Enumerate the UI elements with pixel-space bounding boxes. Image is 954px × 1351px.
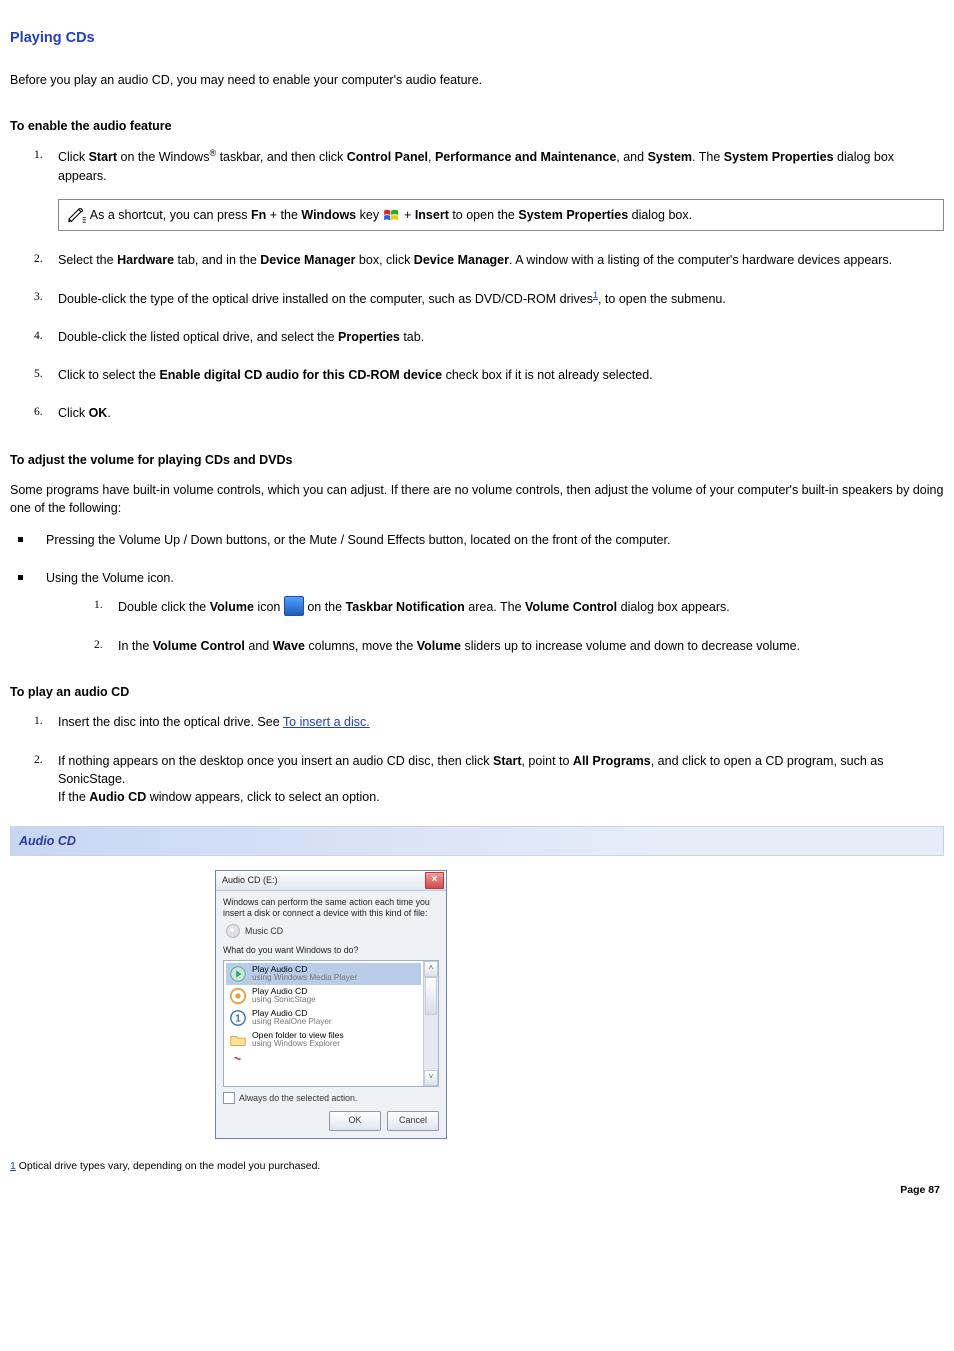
- enable-audio-steps: 1. Click Start on the Windows® taskbar, …: [10, 147, 944, 422]
- audio-cd-dialog: Audio CD (E:) × Windows can perform the …: [215, 870, 447, 1139]
- page-number: Page 87: [900, 1183, 940, 1198]
- list-item-subtitle: using Windows Media Player: [252, 974, 357, 983]
- list-item[interactable]: Play Audio CD using Windows Media Player: [226, 963, 421, 985]
- note-pen-icon: [67, 207, 87, 223]
- step-number: 2.: [34, 251, 43, 268]
- volume-icon-step-2: 2. In the Volume Control and Wave column…: [46, 637, 944, 655]
- windows-key-icon: [383, 208, 401, 222]
- close-button[interactable]: ×: [425, 872, 444, 889]
- tip-text: As a shortcut, you can press Fn + the Wi…: [90, 208, 692, 222]
- music-cd-icon: [226, 924, 240, 938]
- always-do-label: Always do the selected action.: [239, 1092, 357, 1105]
- enable-step-1: 1. Click Start on the Windows® taskbar, …: [10, 147, 944, 231]
- step-number: 6.: [34, 404, 43, 421]
- list-item[interactable]: 1 Play Audio CD using RealOne Player: [226, 1007, 421, 1029]
- volume-icon-step-1: 1. Double click the Volume icon on the T…: [46, 597, 944, 617]
- scroll-up-button[interactable]: ˄: [424, 961, 438, 977]
- dialog-figure: Audio CD (E:) × Windows can perform the …: [10, 870, 954, 1139]
- ok-button[interactable]: OK: [329, 1111, 381, 1131]
- dialog-titlebar: Audio CD (E:) ×: [216, 871, 446, 891]
- step-text: Double click the Volume icon on the Task…: [118, 600, 730, 614]
- volume-options: Pressing the Volume Up / Down buttons, o…: [10, 531, 944, 655]
- dialog-description: Windows can perform the same action each…: [223, 897, 439, 918]
- volume-option-buttons: Pressing the Volume Up / Down buttons, o…: [10, 531, 944, 549]
- realone-icon: 1: [229, 1009, 247, 1027]
- step-number: 5.: [34, 366, 43, 383]
- figure-caption: Audio CD: [10, 826, 944, 856]
- page-title: Playing CDs: [10, 28, 944, 49]
- volume-intro: Some programs have built-in volume contr…: [10, 481, 944, 517]
- always-do-checkbox[interactable]: [223, 1092, 235, 1104]
- scroll-thumb[interactable]: [425, 977, 437, 1015]
- scroll-track[interactable]: [424, 977, 438, 1070]
- list-item[interactable]: Play Audio CD using SonicStage: [226, 985, 421, 1007]
- media-kind-row: Music CD: [226, 924, 439, 938]
- play-step-1: 1. Insert the disc into the optical driv…: [10, 713, 944, 731]
- list-scrollbar[interactable]: ˄ ˅: [423, 961, 438, 1086]
- play-step-2: 2. If nothing appears on the desktop onc…: [10, 752, 944, 806]
- enable-step-4: 4. Double-click the listed optical drive…: [10, 328, 944, 346]
- list-item[interactable]: Open folder to view files using Windows …: [226, 1029, 421, 1051]
- step-text: Click OK.: [58, 406, 111, 420]
- folder-open-icon: [229, 1031, 247, 1049]
- play-heading: To play an audio CD: [10, 683, 944, 701]
- scroll-down-button[interactable]: ˅: [424, 1070, 438, 1086]
- always-do-row: Always do the selected action.: [223, 1092, 439, 1105]
- dialog-buttons: OK Cancel: [223, 1111, 439, 1131]
- step-text: Click to select the Enable digital CD au…: [58, 368, 653, 382]
- document-page: Playing CDs Before you play an audio CD,…: [0, 0, 954, 1204]
- step-text: Double-click the listed optical drive, a…: [58, 330, 424, 344]
- enable-step-5: 5. Click to select the Enable digital CD…: [10, 366, 944, 384]
- dialog-title: Audio CD (E:): [222, 874, 278, 887]
- list-item-partial[interactable]: [226, 1051, 421, 1073]
- footnote-text: Optical drive types vary, depending on t…: [16, 1160, 321, 1172]
- cancel-button[interactable]: Cancel: [387, 1111, 439, 1131]
- volume-icon-steps: 1. Double click the Volume icon on the T…: [46, 597, 944, 655]
- enable-step-6: 6. Click OK.: [10, 404, 944, 422]
- insert-disc-link[interactable]: To insert a disc.: [283, 715, 370, 729]
- volume-option-icon: Using the Volume icon. 1. Double click t…: [10, 569, 944, 655]
- enable-step-2: 2. Select the Hardware tab, and in the D…: [10, 251, 944, 269]
- step-number: 2.: [94, 637, 103, 654]
- step-text: Insert the disc into the optical drive. …: [58, 715, 370, 729]
- media-kind-label: Music CD: [245, 925, 283, 938]
- dialog-question: What do you want Windows to do?: [223, 944, 439, 957]
- volume-heading: To adjust the volume for playing CDs and…: [10, 451, 944, 469]
- actions-listbox: Play Audio CD using Windows Media Player…: [223, 960, 439, 1087]
- list-item-subtitle: using RealOne Player: [252, 1018, 332, 1027]
- list-item-subtitle: using SonicStage: [252, 996, 316, 1005]
- step-text: Click Start on the Windows® taskbar, and…: [58, 150, 894, 182]
- play-steps: 1. Insert the disc into the optical driv…: [10, 713, 944, 806]
- step-text: Select the Hardware tab, and in the Devi…: [58, 253, 892, 267]
- step-text: Double-click the type of the optical dri…: [58, 292, 726, 306]
- step-number: 1.: [34, 713, 43, 730]
- shortcut-tip-box: As a shortcut, you can press Fn + the Wi…: [58, 199, 944, 231]
- partial-row-icon: [229, 1053, 247, 1071]
- step-text: If nothing appears on the desktop once y…: [58, 754, 884, 804]
- list-item-subtitle: using Windows Explorer: [252, 1040, 344, 1049]
- step-number: 4.: [34, 328, 43, 345]
- enable-step-3: 3. Double-click the type of the optical …: [10, 289, 944, 308]
- step-number: 2.: [34, 752, 43, 769]
- actions-list-items: Play Audio CD using Windows Media Player…: [224, 961, 423, 1086]
- dialog-body: Windows can perform the same action each…: [216, 891, 446, 1138]
- step-text: In the Volume Control and Wave columns, …: [118, 639, 800, 653]
- intro-paragraph: Before you play an audio CD, you may nee…: [10, 71, 944, 89]
- sonicstage-icon: [229, 987, 247, 1005]
- svg-text:1: 1: [235, 1014, 241, 1025]
- wmp-play-icon: [229, 965, 247, 983]
- step-number: 1.: [94, 597, 103, 614]
- volume-tray-icon: [284, 596, 304, 616]
- footnote: 1 Optical drive types vary, depending on…: [10, 1159, 944, 1174]
- enable-audio-heading: To enable the audio feature: [10, 117, 944, 135]
- step-number: 1.: [34, 147, 43, 164]
- step-number: 3.: [34, 289, 43, 306]
